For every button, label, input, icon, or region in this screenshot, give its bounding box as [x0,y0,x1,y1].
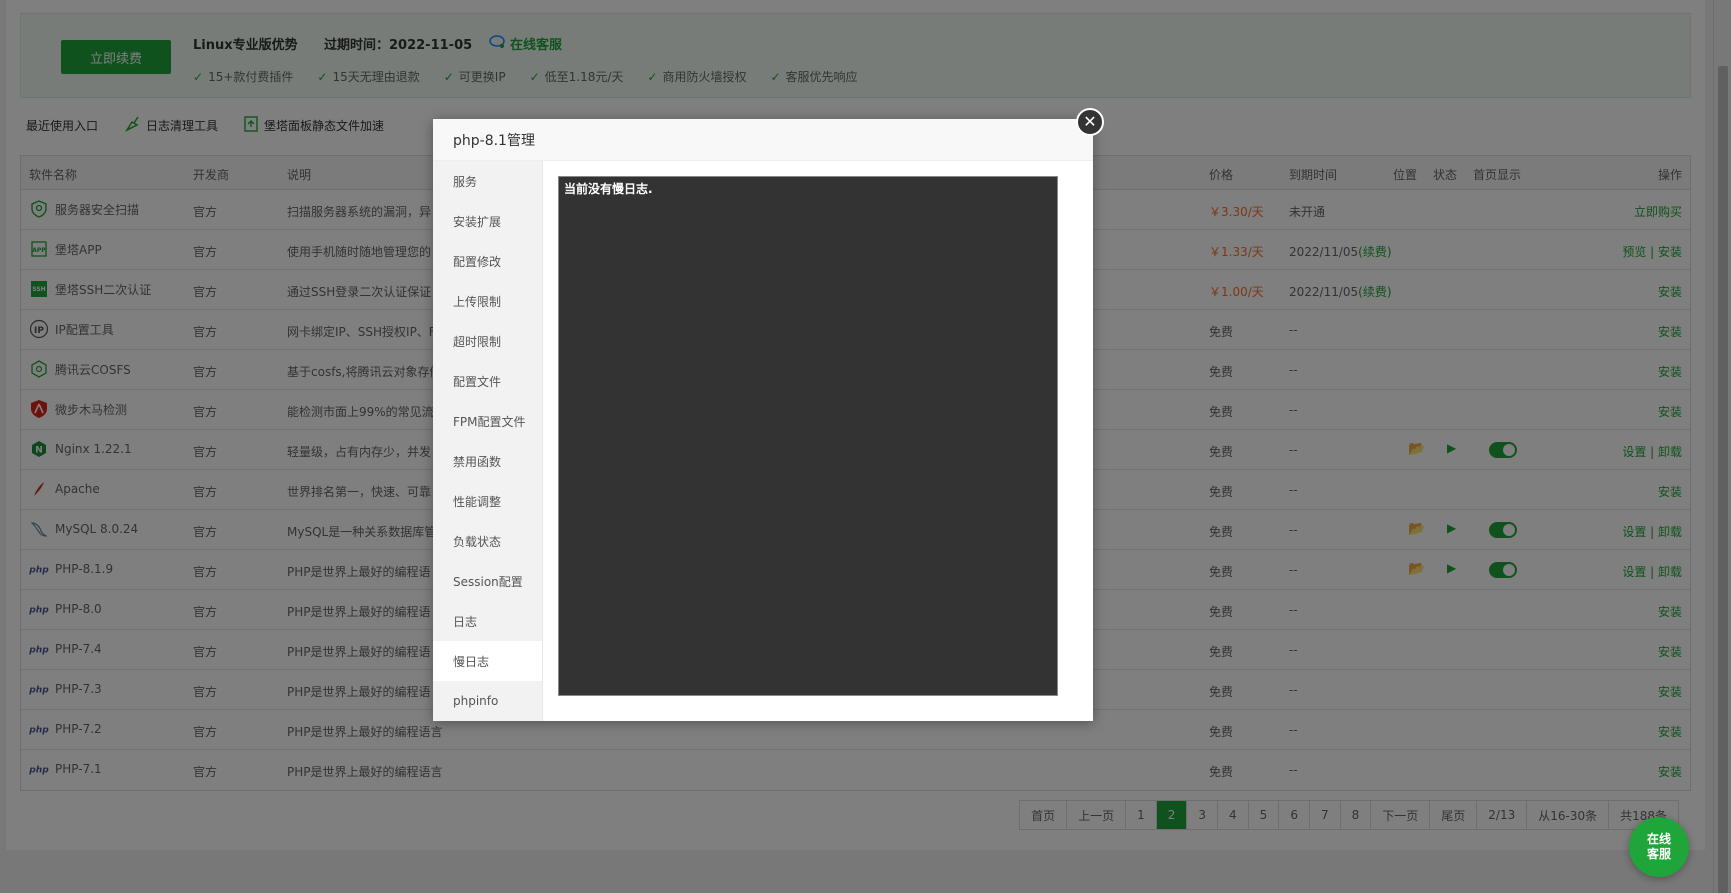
modal-menu-item[interactable]: Session配置 [433,561,542,601]
modal-menu-item[interactable]: 安装扩展 [433,201,542,241]
chat-label-line1: 在线 [1646,832,1671,846]
online-chat-button[interactable]: 在线 客服 [1629,817,1689,877]
close-icon[interactable]: ✕ [1076,108,1104,136]
modal-title: php-8.1管理 [433,119,1093,161]
modal-menu-item[interactable]: 慢日志 [433,641,542,681]
slow-log-viewer[interactable]: 当前没有慢日志. [558,176,1058,696]
chat-label-line2: 客服 [1646,847,1671,861]
modal-menu-item[interactable]: 配置文件 [433,361,542,401]
modal-menu-item[interactable]: 禁用函数 [433,441,542,481]
php-manager-modal: php-8.1管理 ✕ 服务 安装扩展 配置修改 上传限制 超时限制 配置文件 FPM配置文… [433,108,1104,721]
modal-menu-item[interactable]: 配置修改 [433,241,542,281]
modal-menu-item[interactable]: 日志 [433,601,542,641]
modal-body: 当前没有慢日志. [558,176,1058,696]
modal-menu-item[interactable]: 负载状态 [433,521,542,561]
modal-menu-item[interactable]: 超时限制 [433,321,542,361]
modal-menu-item[interactable]: 上传限制 [433,281,542,321]
modal-menu-item[interactable]: phpinfo [433,681,542,721]
modal-menu-item[interactable]: FPM配置文件 [433,401,542,441]
modal-sidebar: 服务 安装扩展 配置修改 上传限制 超时限制 配置文件 FPM配置文件 禁用函数 性能调整 负载状… [433,161,543,721]
modal-menu-item[interactable]: 服务 [433,161,542,201]
modal-menu-item[interactable]: 性能调整 [433,481,542,521]
